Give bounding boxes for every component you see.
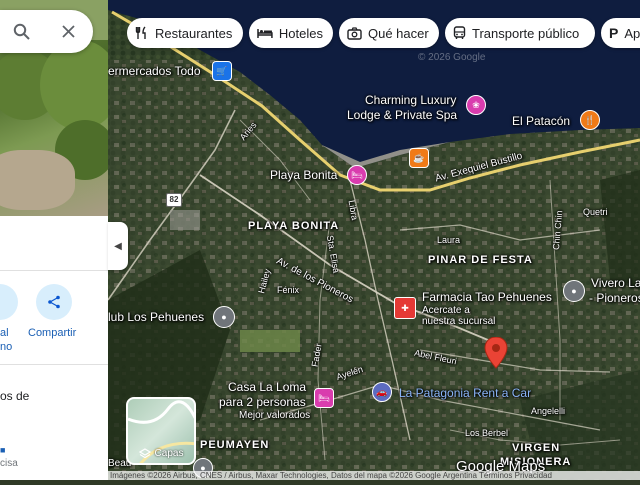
attribution-footer: Imágenes ©2026 Airbus, CNES / Airbus, Ma… [108, 471, 640, 480]
street-label-angelelli: Angelelli [531, 406, 566, 416]
action-button-partial[interactable] [0, 284, 18, 320]
bed-icon [257, 29, 273, 38]
layers-label: Capas [154, 448, 184, 459]
bus-icon [453, 26, 466, 39]
hotel-marker-playa-bonita[interactable]: 🛏 [347, 165, 367, 185]
bed-icon: 🛏 [318, 392, 330, 403]
poi-label-supermercados[interactable]: ermercados Todo [108, 64, 201, 79]
spa-icon: ❀ [472, 99, 480, 110]
parking-icon: P [609, 25, 619, 41]
poi-label-charming-1[interactable]: Charming Luxury [365, 93, 456, 108]
pin-dot-icon: ● [571, 286, 577, 296]
camera-icon [347, 26, 362, 40]
poi-label-club-pehuenes[interactable]: lub Los Pehuenes [108, 310, 204, 325]
share-label: Compartir [28, 327, 77, 339]
poi-label-vivero-2[interactable]: - Pioneros [589, 291, 640, 306]
action-label-partial-1: al [0, 327, 9, 339]
chip-hoteles[interactable]: Hoteles [249, 18, 333, 48]
bed-icon: 🛏 [351, 169, 363, 180]
poi-label-farmacia[interactable]: Farmacia Tao Pehuenes [422, 290, 552, 305]
poi-label-playa-bonita[interactable]: Playa Bonita [270, 168, 337, 183]
layers-icon [138, 448, 151, 459]
street-label-fenix: Fénix [277, 285, 300, 295]
collapse-panel-button[interactable]: ◀ [108, 222, 128, 270]
place-details-panel: al no Compartir os de ■ cisa [0, 0, 108, 480]
pharmacy-marker[interactable]: ✚ [394, 297, 416, 319]
fork-knife-icon [135, 26, 146, 39]
chip-label: Hoteles [278, 25, 323, 41]
poi-label-farmacia-sub-1: Acercate a [422, 305, 470, 316]
supermarket-marker[interactable]: 🛒 [212, 61, 232, 81]
fork-knife-icon: 🍴 [584, 114, 596, 125]
divider [0, 364, 108, 365]
poi-label-charming-2[interactable]: Lodge & Private Spa [347, 108, 457, 123]
area-label-peumayen: PEUMAYEN [200, 439, 270, 451]
cup-icon: ☕ [413, 152, 425, 163]
poi-label-farmacia-sub-2: nuestra sucursal [422, 316, 496, 327]
chip-que-hacer[interactable]: Qué hacer [339, 18, 439, 48]
chip-label: Restaurantes [155, 25, 233, 41]
close-icon[interactable] [61, 24, 76, 39]
street-label-los-berbel: Los Berbel [465, 428, 509, 438]
chip-label: Ap [624, 25, 640, 41]
selected-location-pin-icon[interactable] [484, 337, 508, 369]
nursery-marker[interactable]: ● [563, 280, 585, 302]
panel-text-partial-1: os de [0, 389, 30, 403]
area-label-pinar-de-festa: PINAR DE FESTA [428, 254, 533, 266]
hotel-marker-casa-la-loma[interactable]: 🛏 [314, 388, 334, 408]
chip-label: Transporte público [472, 25, 580, 41]
area-label-playa-bonita: PLAYA BONITA [248, 220, 340, 232]
share-button[interactable] [36, 284, 72, 320]
map-watermark: © 2026 Google [418, 52, 486, 63]
car-rental-marker[interactable]: 🚗 [372, 382, 392, 402]
restaurant-marker-patacon[interactable]: 🍴 [580, 110, 600, 130]
restaurant-marker[interactable]: ☕ [409, 148, 429, 168]
poi-label-patagonia-rent[interactable]: La Patagonia Rent a Car [399, 386, 531, 401]
area-label-virgen: VIRGEN [512, 442, 561, 454]
car-icon: 🚗 [376, 386, 388, 397]
poi-label-casa-la-loma-3: Mejor valorados [239, 410, 311, 421]
chip-restaurantes[interactable]: Restaurantes [127, 18, 243, 48]
chip-label: Qué hacer [368, 25, 429, 41]
pharmacy-icon: ✚ [401, 302, 409, 313]
hotel-marker-charming[interactable]: ❀ [466, 95, 486, 115]
chip-aparcamiento[interactable]: P Ap [601, 18, 640, 48]
chevron-left-icon: ◀ [114, 240, 122, 252]
poi-label-casa-la-loma-2[interactable]: para 2 personas [219, 395, 306, 410]
pin-dot-icon: ● [221, 312, 227, 322]
layers-label-row: Capas [128, 448, 194, 459]
layers-button[interactable]: Capas [126, 397, 196, 465]
cart-icon: 🛒 [216, 65, 228, 76]
club-marker[interactable]: ● [213, 306, 235, 328]
action-label-partial-2: no [0, 341, 13, 353]
panel-text-partial-dot: ■ [0, 445, 6, 455]
poi-label-vivero-1[interactable]: Vivero La [591, 276, 640, 291]
poi-label-casa-la-loma-1[interactable]: Casa La Loma [228, 380, 306, 395]
panel-text-partial-2: cisa [0, 458, 18, 469]
poi-label-el-patacon[interactable]: El Patacón [512, 114, 570, 129]
share-icon [48, 295, 60, 309]
search-icon[interactable] [13, 23, 31, 41]
divider [0, 270, 108, 271]
chip-transporte-publico[interactable]: Transporte público [445, 18, 595, 48]
search-box[interactable] [0, 10, 93, 53]
street-label-quetri: Quetri [583, 207, 608, 217]
street-label-laura: Laura [437, 235, 461, 245]
route-shield: 82 [166, 193, 182, 207]
